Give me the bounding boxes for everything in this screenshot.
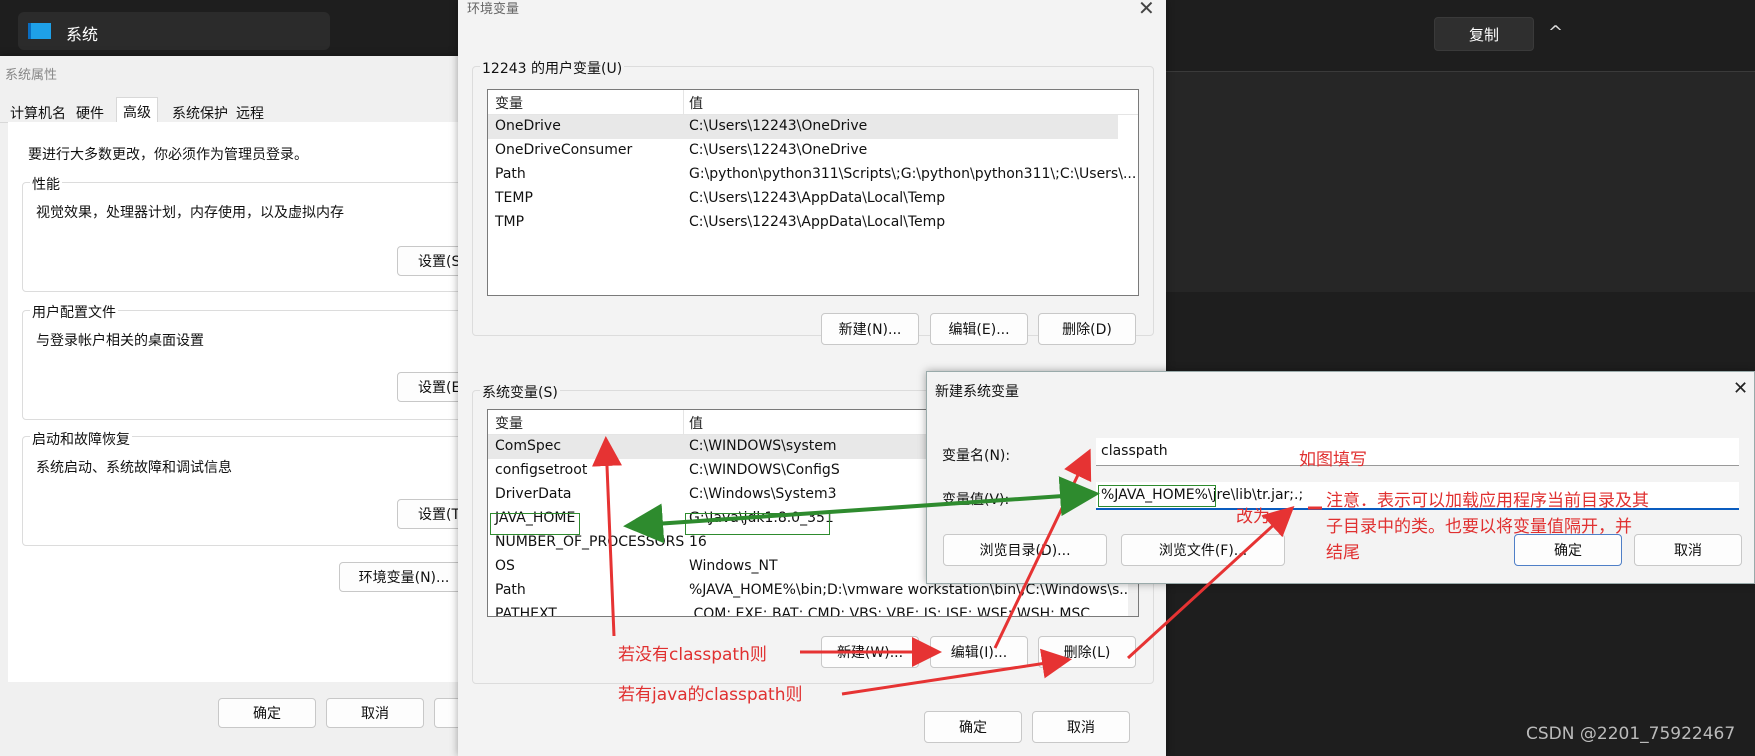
startup-recovery-desc: 系统启动、系统故障和调试信息: [36, 460, 232, 476]
table-row[interactable]: PATHEXT .COM;.EXE;.BAT;.CMD;.VBS;.VBE;.J…: [488, 603, 1138, 616]
table-row[interactable]: TMP C:\Users\12243\AppData\Local\Temp: [488, 211, 1138, 235]
annotation-has-classpath: 若有java的classpath则: [618, 685, 803, 705]
table-row[interactable]: TEMP C:\Users\12243\AppData\Local\Temp: [488, 187, 1138, 211]
system-app-icon: [28, 23, 51, 39]
advanced-tab-panel: 要进行大多数更改，你必须作为管理员登录。 性能 视觉效果，处理器计划，内存使用，…: [8, 122, 487, 682]
user-profile-desc: 与登录帐户相关的桌面设置: [36, 333, 204, 349]
system-edit-button[interactable]: 编辑(I)...: [930, 636, 1028, 668]
browse-directory-button[interactable]: 浏览目录(D)...: [943, 534, 1107, 566]
java-home-name-highlight: [490, 513, 580, 535]
java-home-value-highlight: [685, 513, 830, 535]
chevron-up-icon[interactable]: ^: [1548, 22, 1563, 43]
dialog-ok-button[interactable]: 确定: [1514, 534, 1622, 566]
annotation-note-line3: 结尾: [1326, 543, 1360, 563]
watermark: CSDN @2201_75922467: [1526, 724, 1736, 744]
col-value-header[interactable]: 值: [689, 93, 703, 113]
variable-name-label: 变量名(N):: [942, 448, 1011, 464]
user-delete-button[interactable]: 删除(D): [1038, 313, 1136, 345]
system-variables-title: 系统变量(S): [480, 382, 560, 402]
dark-divider: [1166, 71, 1755, 72]
col-value-header[interactable]: 值: [689, 413, 703, 433]
environment-variables-button[interactable]: 环境变量(N)...: [339, 562, 469, 592]
envvars-ok-button[interactable]: 确定: [924, 711, 1022, 743]
system-new-button[interactable]: 新建(W)...: [821, 636, 919, 668]
sysprops-ok-button[interactable]: 确定: [218, 698, 316, 728]
system-delete-button[interactable]: 删除(L): [1038, 636, 1136, 668]
tab-remote[interactable]: 远程: [236, 103, 264, 123]
startup-recovery-group: [22, 436, 484, 546]
envvars-title: 环境变量: [467, 2, 520, 17]
tab-hardware[interactable]: 硬件: [76, 103, 104, 123]
tab-computer-name[interactable]: 计算机名: [10, 103, 66, 123]
variable-name-input[interactable]: classpath: [1096, 438, 1739, 466]
copy-button[interactable]: 复制: [1434, 17, 1534, 51]
sysprops-cancel-button[interactable]: 取消: [326, 698, 424, 728]
table-row[interactable]: OneDriveConsumer C:\Users\12243\OneDrive: [488, 139, 1138, 163]
annotation-no-classpath: 若没有classpath则: [618, 645, 767, 665]
user-list-header: 变量 值: [488, 90, 1138, 115]
java-home-token-highlight: [1098, 485, 1216, 507]
dialog-title: 新建系统变量: [935, 384, 1019, 400]
table-row[interactable]: Path G:\python\python311\Scripts\;G:\pyt…: [488, 163, 1138, 187]
user-profile-group: [22, 310, 484, 420]
annotation-note-line1: 注意．表示可以加载应用程序当前目录及其: [1326, 491, 1649, 511]
app-title-bar: 系统: [18, 12, 330, 50]
user-profile-title: 用户配置文件: [30, 302, 118, 322]
close-icon[interactable]: ✕: [1733, 378, 1748, 399]
admin-note: 要进行大多数更改，你必须作为管理员登录。: [28, 147, 308, 163]
startup-recovery-title: 启动和故障恢复: [30, 429, 132, 449]
performance-title: 性能: [30, 174, 62, 194]
variable-name-value: classpath: [1101, 443, 1168, 459]
annotation-note-line2: 子目录中的类。也要以将变量值隔开，并: [1326, 517, 1632, 537]
dialog-cancel-button[interactable]: 取消: [1634, 534, 1742, 566]
dark-panel-right: [1166, 72, 1755, 292]
table-row[interactable]: OneDrive C:\Users\12243\OneDrive: [488, 115, 1118, 139]
col-variable-header[interactable]: 变量: [495, 413, 523, 433]
close-icon[interactable]: ✕: [1138, 0, 1155, 20]
col-variable-header[interactable]: 变量: [495, 93, 523, 113]
user-variables-title: 12243 的用户变量(U): [480, 58, 625, 78]
user-new-button[interactable]: 新建(N)...: [821, 313, 919, 345]
window-title: 系统属性: [5, 68, 58, 83]
envvars-cancel-button[interactable]: 取消: [1032, 711, 1130, 743]
user-variables-list[interactable]: 变量 值 OneDrive C:\Users\12243\OneDrive On…: [487, 89, 1139, 296]
system-properties-window: 系统属性 计算机名 硬件 高级 系统保护 远程 要进行大多数更改，你必须作为管理…: [0, 56, 487, 756]
variable-value-label: 变量值(V):: [942, 492, 1010, 508]
performance-desc: 视觉效果，处理器计划，内存使用，以及虚拟内存: [36, 205, 344, 221]
tab-strip: 计算机名 硬件 高级 系统保护 远程: [0, 96, 460, 126]
user-edit-button[interactable]: 编辑(E)...: [930, 313, 1028, 345]
tab-system-protection[interactable]: 系统保护: [172, 103, 228, 123]
browse-file-button[interactable]: 浏览文件(F)...: [1121, 534, 1285, 566]
annotation-change-to: 改为: [1236, 507, 1270, 527]
annotation-fill-as-shown: 如图填写: [1299, 450, 1367, 470]
app-title: 系统: [66, 25, 99, 44]
